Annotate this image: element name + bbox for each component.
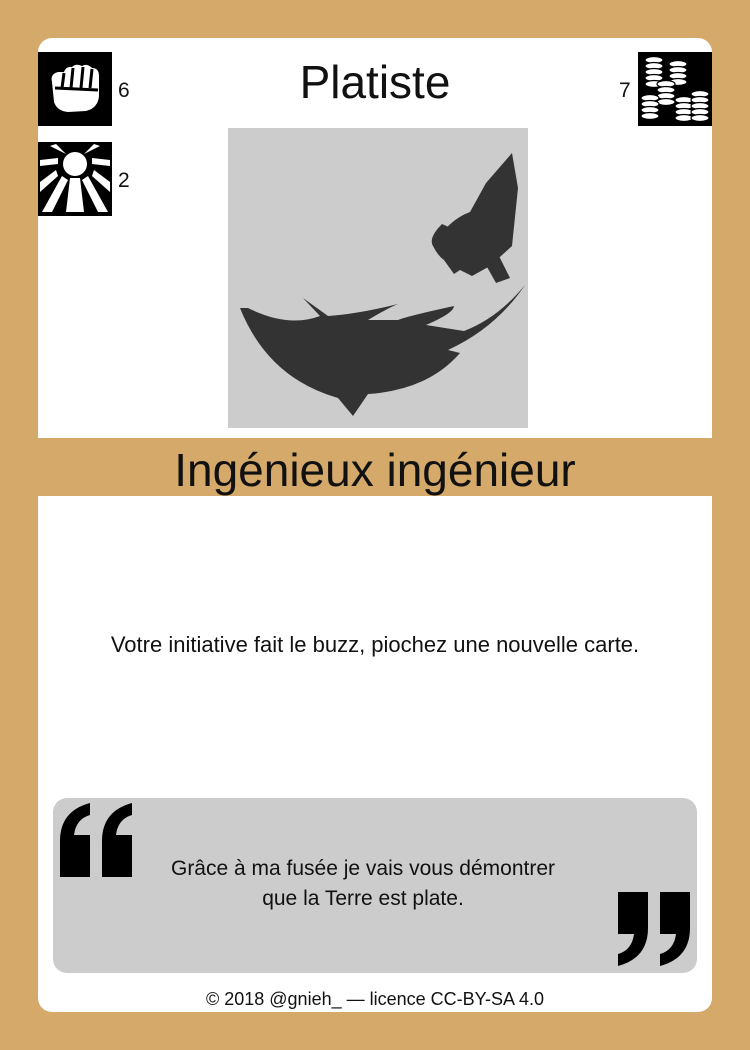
quote-box: Grâce à ma fusée je vais vous démontrer …	[53, 798, 697, 973]
quote-line-1: Grâce à ma fusée je vais vous démontrer	[170, 857, 555, 880]
rocket-icon	[240, 153, 525, 416]
quote-line-2: que la Terre est plate.	[262, 887, 464, 910]
card: 6 2 7 Platiste Ingénieux ingénieur Votre…	[38, 38, 712, 1012]
quote-text: Grâce à ma fusée je vais vous démontrer …	[123, 854, 603, 914]
card-title: Platiste	[299, 56, 451, 108]
light-value: 2	[118, 169, 130, 192]
license-footer: © 2018 @gnieh_ — licence CC-BY-SA 4.0	[205, 989, 545, 1009]
effect-text: Votre initiative fait le buzz, piochez u…	[110, 632, 640, 657]
sunrays-icon	[38, 142, 112, 216]
illustration	[228, 128, 528, 428]
card-subtitle: Ingénieux ingénieur	[174, 444, 576, 496]
close-quote-icon	[616, 892, 694, 975]
